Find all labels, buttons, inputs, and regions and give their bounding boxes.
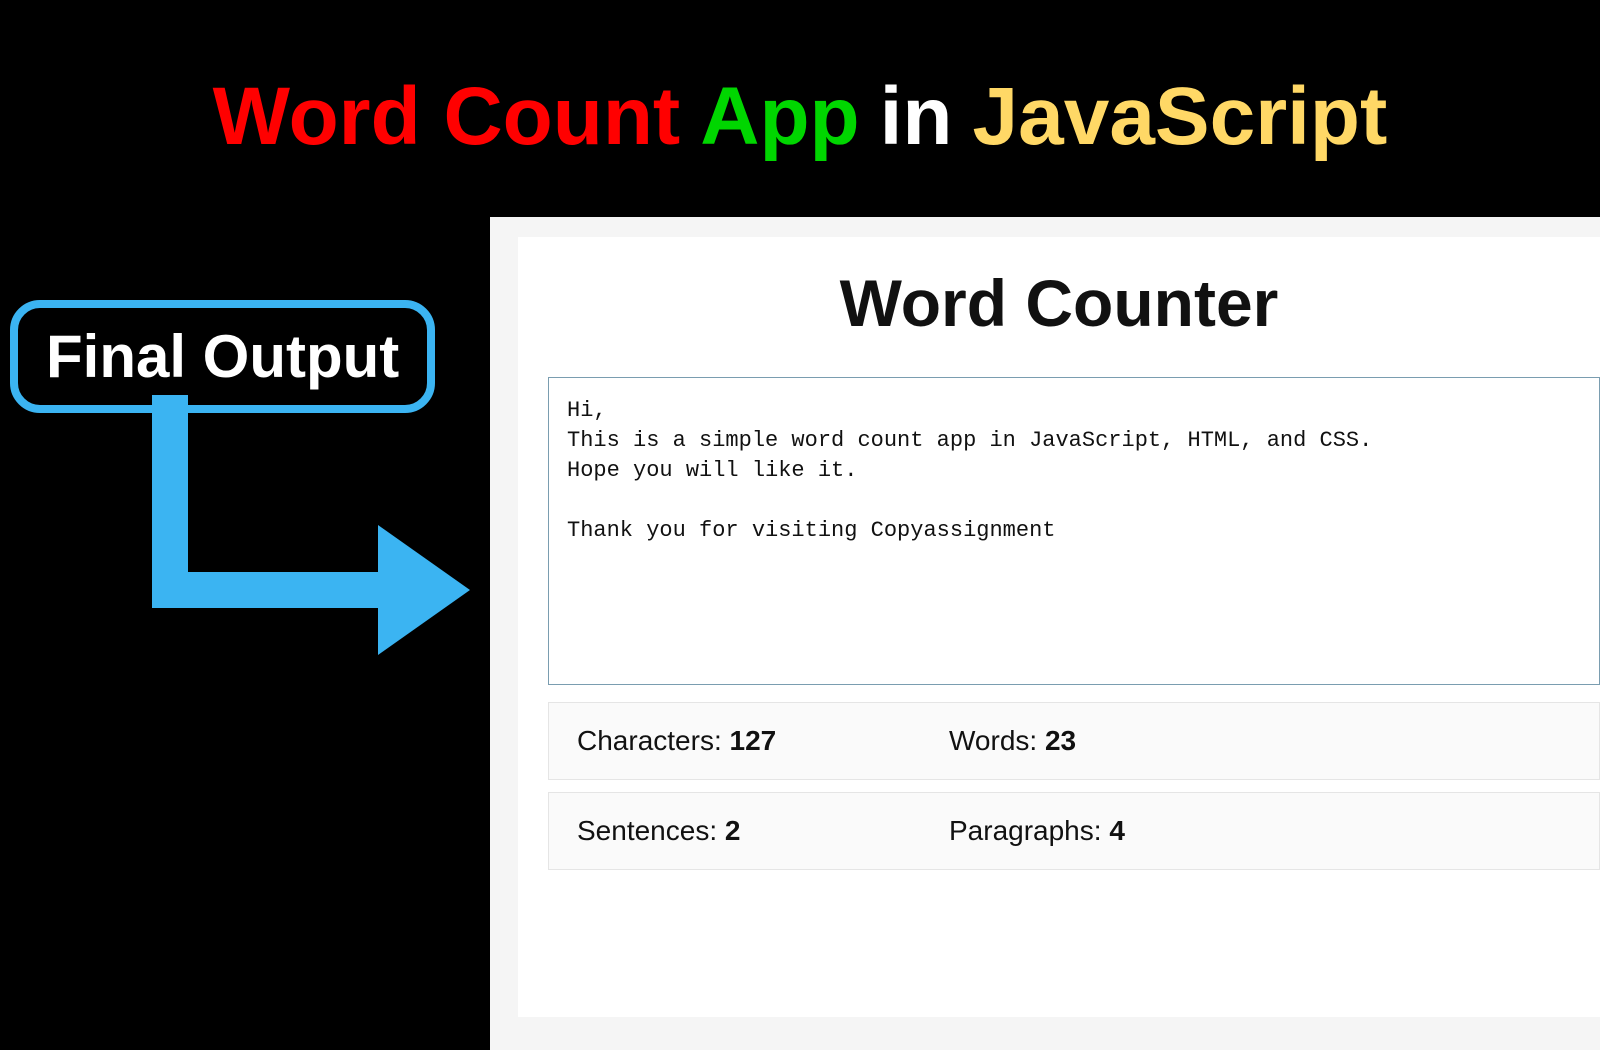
final-output-label: Final Output bbox=[46, 323, 399, 390]
title-in: in bbox=[880, 70, 953, 164]
stat-characters: Characters: 127 bbox=[577, 725, 949, 757]
stats-row-2: Sentences: 2 Paragraphs: 4 bbox=[548, 792, 1600, 870]
stat-paragraphs: Paragraphs: 4 bbox=[949, 815, 1571, 847]
stat-characters-value: 127 bbox=[730, 725, 777, 756]
title-javascript: JavaScript bbox=[973, 70, 1388, 164]
text-input[interactable] bbox=[548, 377, 1600, 685]
title-app: App bbox=[700, 70, 859, 164]
stat-words: Words: 23 bbox=[949, 725, 1571, 757]
stat-characters-label: Characters: bbox=[577, 725, 730, 756]
app-heading: Word Counter bbox=[548, 265, 1600, 341]
stat-words-value: 23 bbox=[1045, 725, 1076, 756]
stat-paragraphs-value: 4 bbox=[1109, 815, 1125, 846]
stat-words-label: Words: bbox=[949, 725, 1045, 756]
title-word-count: Word Count bbox=[213, 70, 681, 164]
stat-sentences: Sentences: 2 bbox=[577, 815, 949, 847]
page-title: Word Count App in JavaScript bbox=[0, 0, 1600, 164]
arrow-icon bbox=[140, 395, 480, 675]
app-preview-panel: Word Counter Characters: 127 Words: 23 S… bbox=[490, 217, 1600, 1050]
app-inner: Word Counter Characters: 127 Words: 23 S… bbox=[518, 237, 1600, 1017]
stat-paragraphs-label: Paragraphs: bbox=[949, 815, 1109, 846]
stats-row-1: Characters: 127 Words: 23 bbox=[548, 702, 1600, 780]
stat-sentences-label: Sentences: bbox=[577, 815, 725, 846]
stat-sentences-value: 2 bbox=[725, 815, 741, 846]
